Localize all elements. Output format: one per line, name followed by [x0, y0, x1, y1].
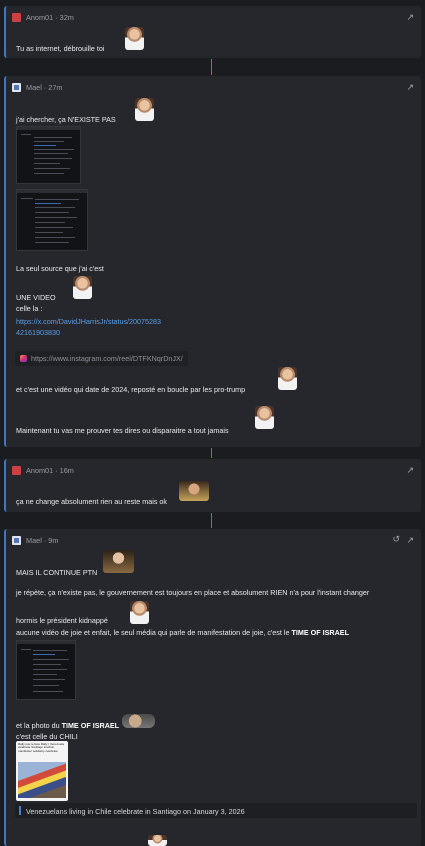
message-text: hormis le président kidnappé: [16, 616, 108, 625]
share-icon[interactable]: ↗: [406, 465, 414, 476]
share-icon[interactable]: ↗: [406, 12, 414, 23]
highlight-text: TIME OF ISRAEL: [61, 721, 120, 730]
message-text: La seul source que j'ai c'est: [16, 264, 104, 273]
meme-sticker: [130, 601, 149, 624]
meme-sticker: [125, 27, 144, 50]
thread-connector: [211, 513, 212, 528]
message-text: celle la :: [16, 304, 43, 313]
thread-connector: [211, 448, 212, 458]
message-text: MAIS IL CONTINUE PTN: [16, 568, 98, 577]
post-anom01-2: Anom01 · 16m ↗ ça ne change absolument r…: [4, 459, 421, 512]
message-text: je répète, ça n'existe pas, le gouvernem…: [16, 588, 370, 597]
message-text: j'ai chercher, ça N'EXISTE PAS: [16, 115, 116, 124]
quote-caption: Venezuelans living in Chile celebrate in…: [15, 803, 417, 818]
message-text: et la photo du TIME OF ISRAEL: [16, 721, 119, 730]
post-header: Anom01 · 32m: [12, 13, 74, 22]
embed-url[interactable]: https://www.instagram.com/reel/DTFKNqrDn…: [31, 354, 183, 363]
author-time[interactable]: Mael · 27m: [26, 83, 63, 92]
meme-sticker: [179, 481, 209, 501]
screenshot-attachment[interactable]: [16, 640, 76, 700]
share-icon[interactable]: ↗: [406, 535, 414, 546]
message-text: Tu as internet, débrouille toi: [16, 44, 105, 53]
avatar[interactable]: [12, 466, 21, 475]
tweet-link-cont[interactable]: 42161903830: [16, 328, 60, 337]
message-text: ça ne change absolument rien au reste ma…: [16, 497, 168, 506]
news-headline: Rally pas le face Rally | Venezuela cele…: [18, 743, 64, 753]
text-part: aucune vidéo de joie et enfait, le seul …: [16, 628, 292, 637]
meme-sticker: [103, 550, 134, 573]
message-text: Maintenant tu vas me prouver tes dires o…: [16, 426, 229, 435]
avatar[interactable]: [12, 13, 21, 22]
instagram-icon: [20, 355, 27, 362]
message-text: aucune vidéo de joie et enfait, le seul …: [16, 628, 349, 637]
author-time[interactable]: Mael · 9m: [26, 536, 58, 545]
post-mael-2: Mael · 9m ↺ ↗ MAIS IL CONTINUE PTN je ré…: [4, 529, 421, 846]
meme-sticker: [135, 98, 154, 121]
quote-text: Venezuelans living in Chile celebrate in…: [26, 807, 245, 816]
screenshot-attachment[interactable]: [16, 189, 88, 251]
instagram-embed[interactable]: https://www.instagram.com/reel/DTFKNqrDn…: [15, 351, 188, 366]
screenshot-attachment[interactable]: [16, 126, 81, 184]
message-text: et c'est une vidéo qui date de 2024, rep…: [16, 385, 246, 394]
author-time[interactable]: Anom01 · 32m: [26, 13, 74, 22]
thread-connector: [211, 59, 212, 75]
text-part: et la photo du: [16, 721, 62, 730]
meme-sticker: [122, 714, 155, 728]
message-text: c'est celle du CHILI: [16, 732, 78, 741]
meme-sticker: [278, 367, 297, 390]
news-image-attachment[interactable]: Rally pas le face Rally | Venezuela cele…: [16, 741, 68, 801]
tweet-link[interactable]: https://x.com/DavidJHarrisJr/status/2007…: [16, 317, 161, 326]
post-header: Anom01 · 16m: [12, 466, 74, 475]
post-header: Mael · 27m: [12, 83, 63, 92]
news-photo: [18, 762, 66, 798]
author-time[interactable]: Anom01 · 16m: [26, 466, 74, 475]
history-icon[interactable]: ↺: [392, 534, 400, 545]
avatar[interactable]: [12, 83, 21, 92]
share-icon[interactable]: ↗: [406, 82, 414, 93]
avatar[interactable]: [12, 536, 21, 545]
post-header: Mael · 9m: [12, 536, 58, 545]
meme-sticker: [255, 406, 274, 429]
message-text: UNE VIDEO: [16, 293, 56, 302]
post-anom01-1: Anom01 · 32m ↗ Tu as internet, débrouill…: [4, 6, 421, 58]
meme-sticker: [148, 835, 167, 846]
highlight-text: TIME OF ISRAEL: [291, 628, 349, 637]
meme-sticker: [73, 276, 92, 299]
post-mael-1: Mael · 27m ↗ j'ai chercher, ça N'EXISTE …: [4, 76, 421, 447]
